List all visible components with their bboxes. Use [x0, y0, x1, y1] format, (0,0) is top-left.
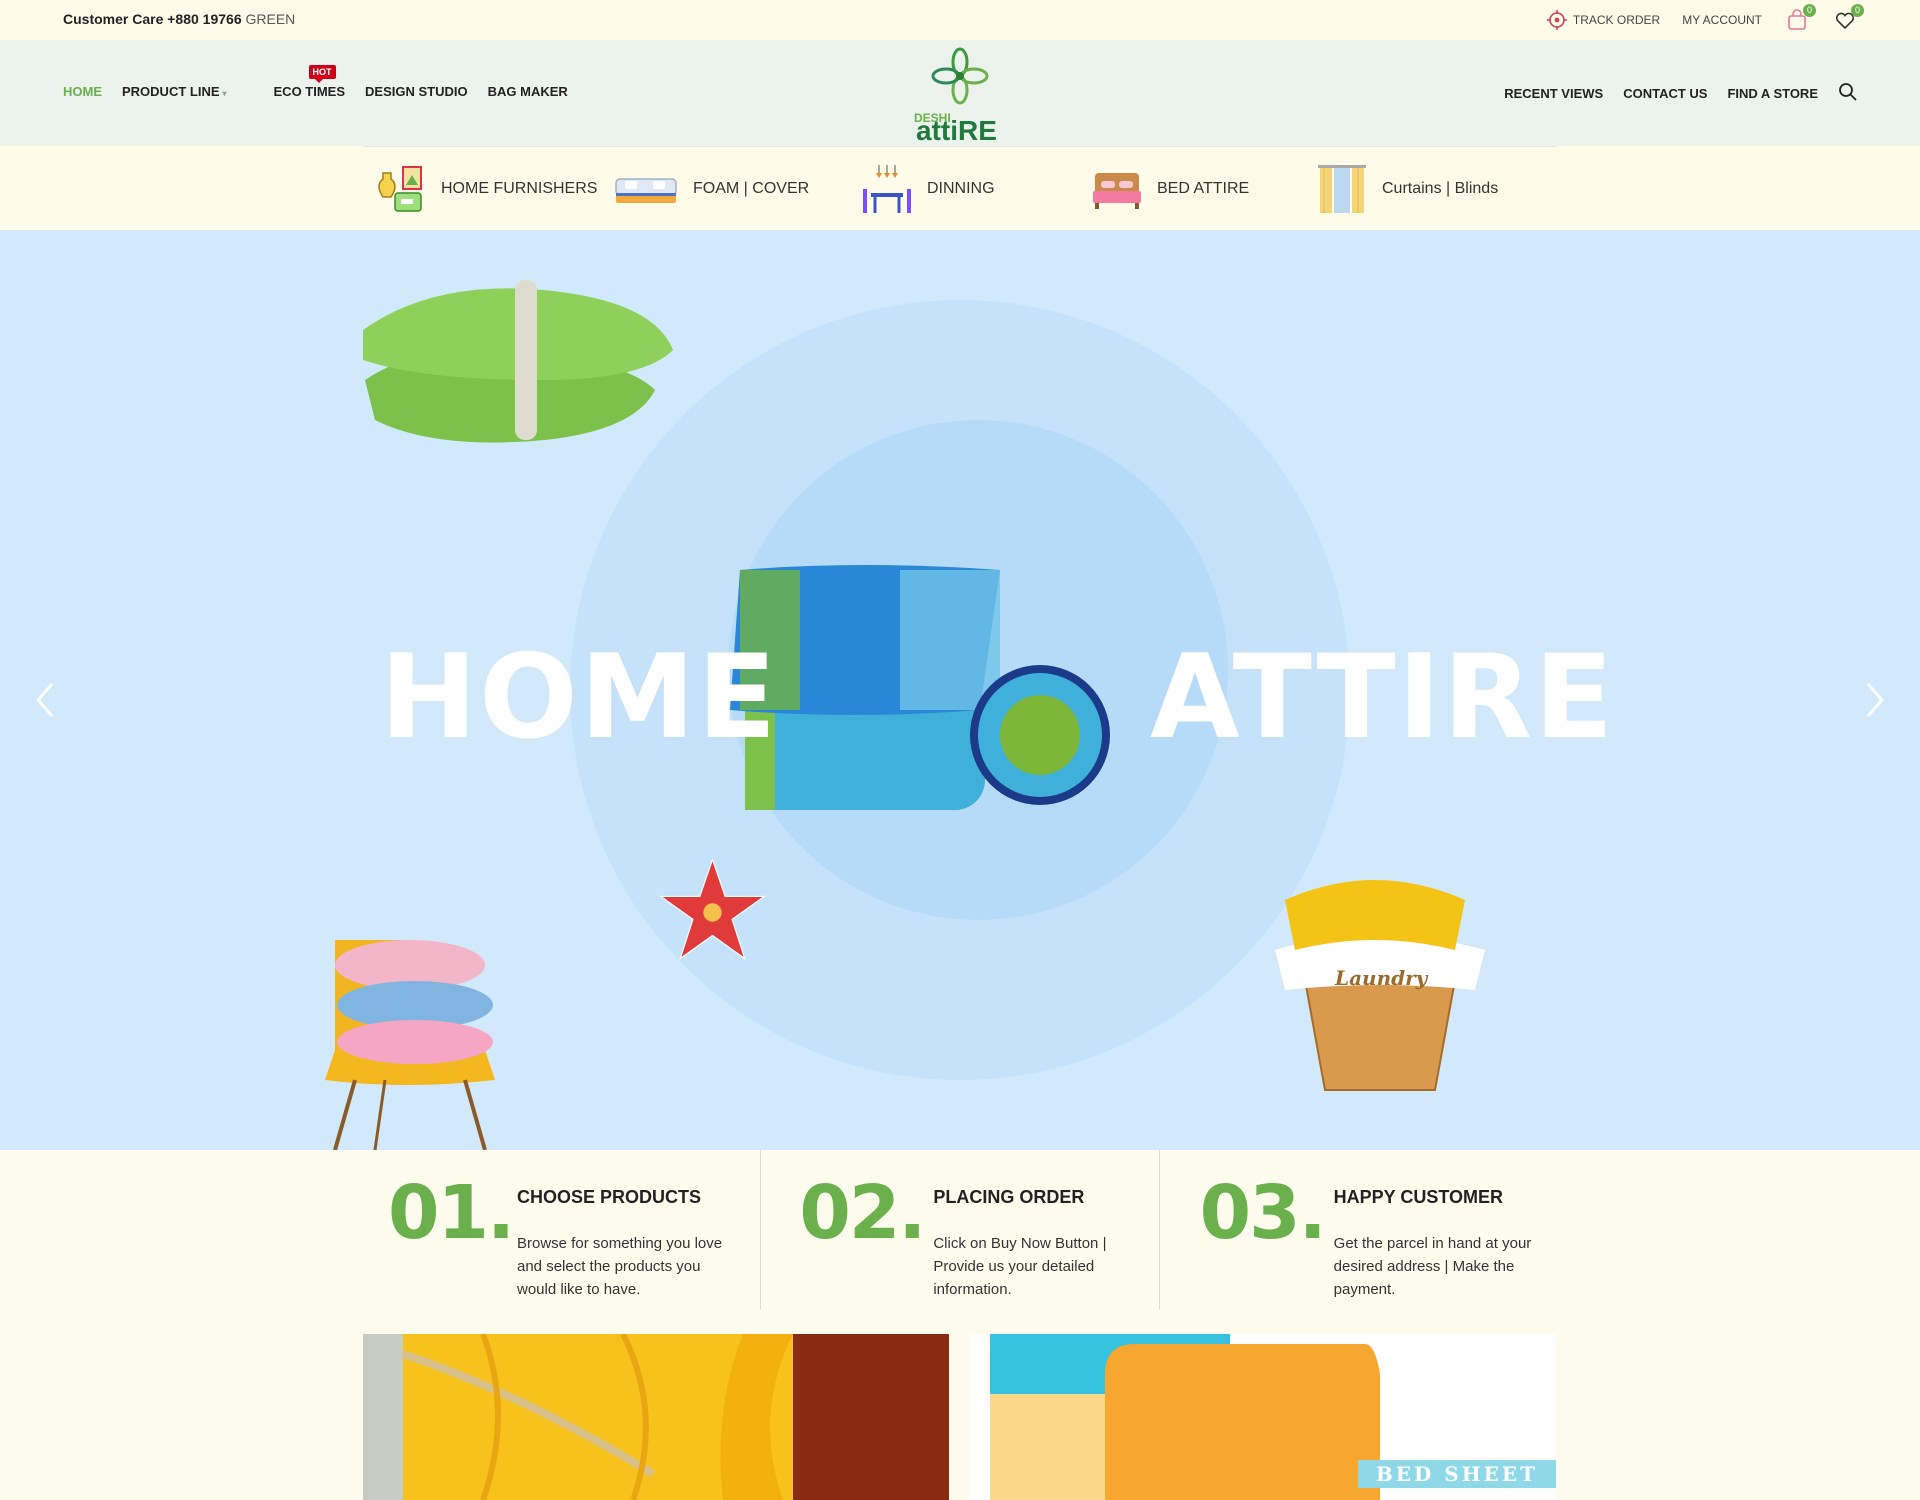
step-happy-customer: 03. HAPPY CUSTOMER Get the parcel in han… [1160, 1150, 1557, 1310]
category-label: Curtains | Blinds [1382, 180, 1499, 197]
order-steps: 01. CHOOSE PRODUCTS Browse for something… [363, 1150, 1557, 1310]
step-description: Browse for something you love and select… [517, 1235, 723, 1298]
track-order-label: TRACK ORDER [1572, 13, 1661, 27]
category-label: HOME FURNISHERS [441, 180, 598, 197]
site-logo[interactable]: DESHI attiRE [910, 46, 1010, 146]
nav-home[interactable]: HOME [63, 84, 102, 99]
step-title: CHOOSE PRODUCTS [517, 1187, 702, 1207]
nav-eco-times[interactable]: ECO TIMES [274, 84, 346, 99]
step-number: 01. [388, 1170, 515, 1256]
curtain-icon [1318, 165, 1366, 213]
vase-frame-icon [378, 166, 422, 212]
step-placing-order: 02. PLACING ORDER Click on Buy Now Butto… [761, 1150, 1160, 1310]
hero-word-home: HOME [380, 630, 779, 765]
category-label: DINNING [927, 180, 995, 197]
hero-slider: HOME ATTIRE Laundry [0, 230, 1920, 1150]
category-bar: HOME FURNISHERS FOAM | COVER DINNING BED… [0, 146, 1920, 230]
customer-care-number: Customer Care +880 19766 [63, 11, 242, 27]
promo-bed-sheet[interactable]: BED SHEET [970, 1334, 1556, 1500]
customer-care-text: Customer Care +880 19766 GREEN [63, 11, 295, 27]
hot-badge: HOT [308, 65, 336, 79]
svg-text:Laundry: Laundry [1334, 966, 1429, 990]
category-label: BED ATTIRE [1157, 180, 1250, 197]
nav-bag-maker[interactable]: BAG MAKER [488, 84, 568, 99]
yellow-curtain-image [363, 1334, 949, 1500]
chair-pillows-image [325, 940, 495, 1150]
top-bar: Customer Care +880 19766 GREEN TRACK ORD… [0, 0, 1920, 41]
category-curtains-blinds[interactable]: Curtains | Blinds [1316, 147, 1556, 231]
category-dinning[interactable]: DINNING [861, 147, 1091, 231]
nav-design-studio[interactable]: DESIGN STUDIO [365, 84, 468, 99]
my-account-link[interactable]: MY ACCOUNT [1682, 13, 1762, 27]
step-number: 02. [799, 1170, 926, 1256]
dining-table-icon [863, 165, 911, 213]
hero-word-attire: ATTIRE [1150, 630, 1616, 765]
star-cushion-image [658, 857, 767, 960]
logo-flower-icon: DESHI attiRE [914, 47, 997, 146]
nav-product-line-label: PRODUCT LINE [122, 84, 220, 99]
customer-care-highlight: GREEN [245, 11, 296, 27]
bed-sheet-label: BED SHEET [1357, 1460, 1556, 1488]
bed-icon [1093, 173, 1141, 209]
sofa-icon [615, 178, 677, 203]
step-description: Click on Buy Now Button | Provide us you… [933, 1235, 1107, 1298]
category-list: HOME FURNISHERS FOAM | COVER DINNING BED… [363, 146, 1557, 231]
green-pillows-image [363, 280, 673, 443]
category-bed-attire[interactable]: BED ATTIRE [1091, 147, 1316, 231]
svg-text:attiRE: attiRE [916, 115, 997, 142]
primary-nav-left: HOME PRODUCT LINE ▾ HOT ECO TIMES DESIGN S… [63, 65, 568, 99]
category-foam-cover[interactable]: FOAM | COVER [613, 147, 861, 231]
promo-curtains[interactable] [363, 1334, 949, 1500]
nav-contact-us[interactable]: CONTACT US [1623, 86, 1707, 101]
cart-count-badge: 0 [1803, 4, 1816, 17]
chevron-down-icon: ▾ [222, 89, 227, 98]
search-icon[interactable] [1838, 82, 1858, 102]
category-home-furnishers[interactable]: HOME FURNISHERS [363, 147, 613, 231]
wishlist-button[interactable]: 0 [1832, 4, 1864, 33]
step-title: HAPPY CUSTOMER [1333, 1187, 1504, 1207]
main-header: HOME PRODUCT LINE ▾ HOT ECO TIMES DESIGN S… [0, 40, 1920, 147]
step-choose-products: 01. CHOOSE PRODUCTS Browse for something… [363, 1150, 762, 1310]
nav-product-line[interactable]: PRODUCT LINE ▾ HOT [122, 65, 336, 99]
step-description: Get the parcel in hand at your desired a… [1333, 1235, 1532, 1298]
step-number: 03. [1199, 1170, 1327, 1256]
category-label: FOAM | COVER [693, 180, 810, 197]
top-bar-links: TRACK ORDER MY ACCOUNT 0 0 [1546, 0, 1864, 40]
cart-button[interactable]: 0 [1784, 4, 1816, 33]
target-icon [1546, 10, 1567, 30]
track-order-link[interactable]: TRACK ORDER [1546, 10, 1661, 30]
nav-recent-views[interactable]: RECENT VIEWS [1504, 86, 1603, 101]
primary-nav-right: RECENT VIEWS CONTACT US FIND A STORE [1504, 82, 1858, 102]
next-slide-arrow-icon[interactable] [1852, 670, 1892, 730]
my-account-label: MY ACCOUNT [1682, 13, 1762, 27]
nav-find-a-store[interactable]: FIND A STORE [1727, 86, 1818, 101]
bedding-set-image [730, 565, 1110, 810]
wishlist-count-badge: 0 [1851, 4, 1864, 17]
step-title: PLACING ORDER [933, 1187, 1085, 1207]
prev-slide-arrow-icon[interactable] [28, 670, 68, 730]
laundry-basket-image: Laundry [1275, 880, 1485, 1091]
